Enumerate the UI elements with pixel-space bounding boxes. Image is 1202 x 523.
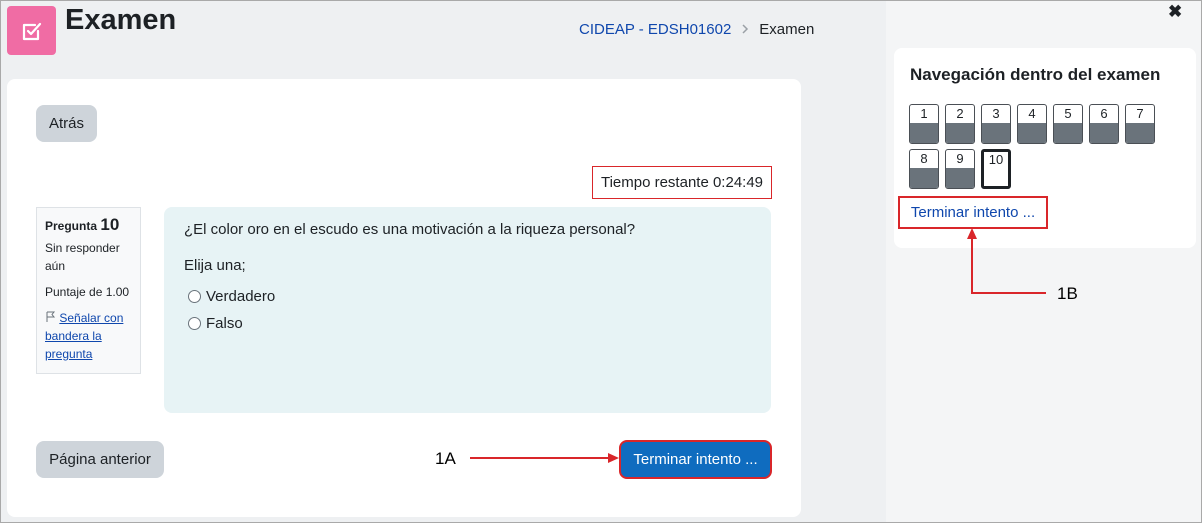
nav-title: Navegación dentro del examen [910, 65, 1161, 84]
nav-question-number: 9 [956, 151, 964, 166]
nav-question-number: 8 [920, 151, 928, 166]
question-grade: Puntaje de 1.00 [45, 285, 130, 299]
quiz-navigation-card: Navegación dentro del examen 1 2 3 4 5 6… [894, 48, 1196, 248]
option-false[interactable]: Falso [184, 315, 751, 332]
nav-question-2[interactable]: 2 [945, 104, 975, 144]
nav-question-7[interactable]: 7 [1125, 104, 1155, 144]
breadcrumb-course-link[interactable]: CIDEAP - EDSH01602 [579, 21, 731, 38]
arrow-right-icon [608, 453, 619, 463]
question-prompt: Elija una; [184, 257, 246, 274]
nav-question-8[interactable]: 8 [909, 149, 939, 189]
option-true[interactable]: Verdadero [184, 288, 751, 305]
flag-question-link[interactable]: Señalar con bandera la pregunta [45, 309, 132, 363]
nav-question-number: 4 [1028, 106, 1036, 121]
question-content: ¿El color oro en el escudo es una motiva… [164, 207, 771, 413]
nav-question-number: 6 [1100, 106, 1108, 121]
chevron-right-icon [741, 22, 749, 37]
annotation-1b-arrow-horizontal [971, 292, 1046, 294]
flag-icon [45, 311, 59, 325]
quiz-main-card: Atrás Tiempo restante 0:24:49 Pregunta 1… [7, 79, 801, 517]
nav-finish-attempt-link[interactable]: Terminar intento ... [898, 196, 1048, 229]
question-status: Sin responder aún [45, 241, 120, 273]
question-number: Pregunta 10 [45, 216, 132, 235]
close-icon[interactable]: ✖ [1168, 2, 1182, 22]
nav-question-number: 10 [988, 152, 1004, 167]
annotation-1b: 1B [1057, 284, 1078, 303]
nav-question-number: 1 [920, 106, 928, 121]
nav-question-number: 5 [1064, 106, 1072, 121]
nav-question-1[interactable]: 1 [909, 104, 939, 144]
nav-question-6[interactable]: 6 [1089, 104, 1119, 144]
nav-question-number: 2 [956, 106, 964, 121]
question-info-panel: Pregunta 10 Sin responder aún Puntaje de… [36, 207, 141, 374]
breadcrumb-current: Examen [759, 21, 815, 38]
nav-question-3[interactable]: 3 [981, 104, 1011, 144]
nav-question-5[interactable]: 5 [1053, 104, 1083, 144]
question-text: ¿El color oro en el escudo es una motiva… [184, 221, 636, 238]
back-button[interactable]: Atrás [36, 105, 97, 142]
question-label: Pregunta [45, 219, 98, 233]
annotation-1b-arrow-vertical [971, 238, 973, 293]
annotation-1a: 1A [435, 449, 456, 468]
radio-true[interactable] [188, 290, 201, 303]
checkbox-edit-icon [22, 22, 41, 40]
breadcrumb: CIDEAP - EDSH01602 Examen [579, 21, 814, 38]
nav-question-number: 3 [992, 106, 1000, 121]
nav-question-number: 7 [1136, 106, 1144, 121]
option-false-label: Falso [206, 315, 243, 332]
page-title: Examen [65, 4, 177, 36]
radio-false[interactable] [188, 317, 201, 330]
nav-question-9[interactable]: 9 [945, 149, 975, 189]
option-true-label: Verdadero [206, 288, 276, 305]
annotation-1a-arrow [470, 457, 610, 459]
previous-page-button[interactable]: Página anterior [36, 441, 164, 478]
nav-question-10-current[interactable]: 10 [981, 149, 1011, 189]
finish-attempt-button[interactable]: Terminar intento ... [619, 440, 772, 479]
timer-remaining: Tiempo restante 0:24:49 [592, 166, 772, 199]
quiz-icon [7, 6, 56, 55]
nav-question-4[interactable]: 4 [1017, 104, 1047, 144]
question-number-value: 10 [100, 215, 120, 234]
